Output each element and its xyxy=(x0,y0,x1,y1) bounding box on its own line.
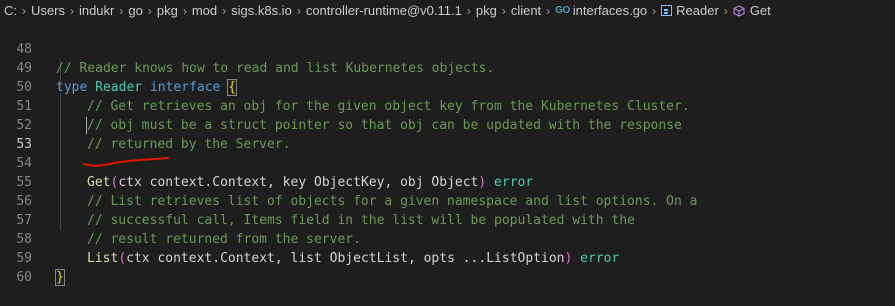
breadcrumb-item[interactable]: mod xyxy=(192,3,217,18)
code-line[interactable]: 58 List(ctx context.Context, list Object… xyxy=(0,211,895,266)
breadcrumb-method[interactable]: Get xyxy=(750,3,771,18)
breadcrumb-item[interactable]: sigs.k8s.io xyxy=(231,3,292,18)
chevron-right-icon: › xyxy=(466,3,471,18)
code-line[interactable]: 57 // result returned from the server. xyxy=(0,192,895,247)
code-line[interactable]: 56 // successful call, Items field in th… xyxy=(0,173,895,228)
chevron-right-icon: › xyxy=(69,3,74,18)
method-cube-icon xyxy=(733,4,745,17)
breadcrumb-item[interactable]: controller-runtime@v0.11.1 xyxy=(306,3,462,18)
code-line[interactable]: 60 xyxy=(0,249,895,285)
breadcrumb-item[interactable]: Users xyxy=(31,3,65,18)
chevron-right-icon: › xyxy=(22,3,26,18)
red-underline-annotation xyxy=(83,157,169,167)
breadcrumb-item[interactable]: C: xyxy=(4,3,17,18)
breadcrumb: C: › Users › indukr › go › pkg › mod › sigs.k8… xyxy=(0,0,895,21)
code-line[interactable]: 48 // Reader knows how to read and list … xyxy=(0,21,895,76)
chevron-right-icon: › xyxy=(546,3,551,18)
breadcrumb-item[interactable]: pkg xyxy=(157,3,178,18)
chevron-right-icon: › xyxy=(182,3,187,18)
chevron-right-icon: › xyxy=(119,3,124,18)
code-line-active[interactable]: 53 Get(ctx context.Context, key ObjectKe… xyxy=(0,116,895,190)
code-line[interactable]: 49 type Reader interface { xyxy=(0,40,895,96)
chevron-right-icon: › xyxy=(147,3,152,18)
breadcrumb-symbol[interactable]: Reader xyxy=(676,3,719,18)
code-editor[interactable]: 48 // Reader knows how to read and list … xyxy=(0,21,895,286)
chevron-right-icon: › xyxy=(723,3,728,18)
breadcrumb-item[interactable]: indukr xyxy=(79,3,114,18)
interface-icon xyxy=(661,5,673,16)
line-number: 60 xyxy=(16,270,32,285)
chevron-right-icon: › xyxy=(652,3,657,18)
breadcrumb-item[interactable]: client xyxy=(511,3,541,18)
code-line[interactable]: 52 // returned by the Server. xyxy=(0,97,895,152)
breadcrumb-file[interactable]: interfaces.go xyxy=(573,3,647,18)
code-line[interactable]: 59 } xyxy=(0,230,895,286)
breadcrumb-item[interactable]: go xyxy=(128,3,142,18)
code-line[interactable]: 54 xyxy=(0,135,895,171)
chevron-right-icon: › xyxy=(296,3,301,18)
chevron-right-icon: › xyxy=(501,3,506,18)
close-brace: } xyxy=(55,269,65,286)
chevron-right-icon: › xyxy=(222,3,227,18)
code-line[interactable]: 50 // Get retrieves an obj for the given… xyxy=(0,59,895,114)
code-line[interactable]: 51 // obj must be a struct pointer so th… xyxy=(0,78,895,133)
text-cursor xyxy=(86,117,87,134)
go-file-icon: GO xyxy=(555,5,570,16)
breadcrumb-item[interactable]: pkg xyxy=(476,3,497,18)
